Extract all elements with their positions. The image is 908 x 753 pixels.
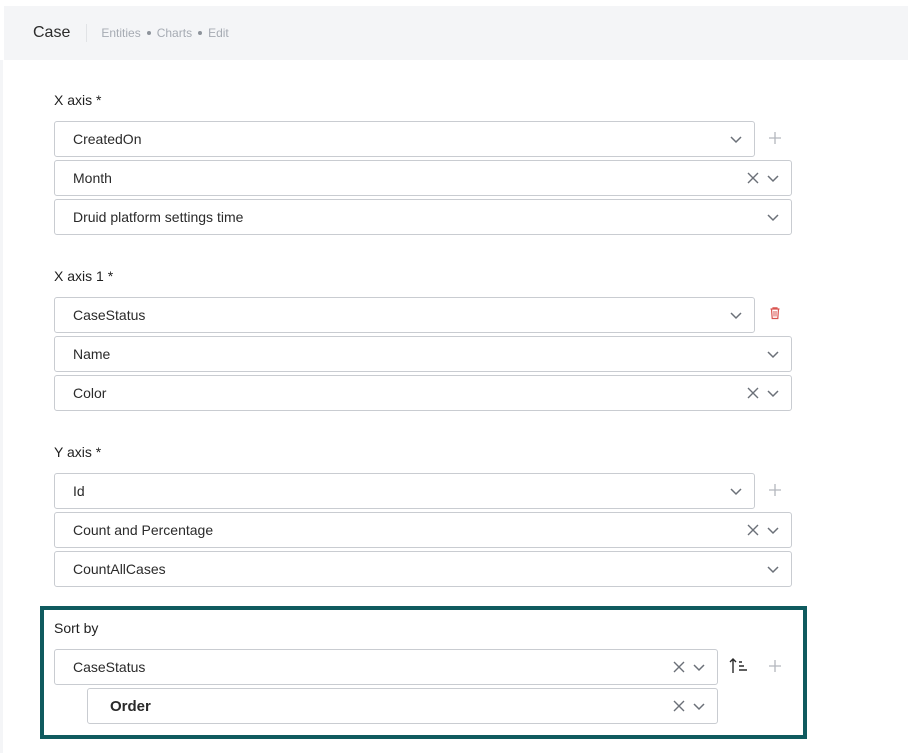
chevron-down-icon[interactable] [729,308,743,322]
breadcrumb-charts[interactable]: Charts [157,26,192,40]
add-icon[interactable] [767,482,783,498]
add-icon[interactable] [767,130,783,146]
page-title: Case [33,24,88,42]
clear-icon[interactable] [746,171,760,185]
x-axis-1-display-value: Name [73,346,111,362]
chevron-down-icon[interactable] [692,699,706,713]
chevron-down-icon[interactable] [729,484,743,498]
breadcrumb-edit: Edit [208,26,229,40]
sort-by-order-select[interactable]: Order [87,688,718,724]
x-axis-aggregation-value: Month [73,170,112,186]
chevron-down-icon[interactable] [729,132,743,146]
clear-icon[interactable] [746,386,760,400]
chevron-down-icon[interactable] [766,523,780,537]
x-axis-1-label: X axis 1 * [54,268,114,284]
breadcrumb-separator [146,31,151,35]
clear-icon[interactable] [746,523,760,537]
y-axis-measure-select[interactable]: CountAllCases [54,551,792,587]
x-axis-1-color-value: Color [73,385,107,401]
x-axis-field-value: CreatedOn [73,131,142,147]
y-axis-aggregation-select[interactable]: Count and Percentage [54,512,792,548]
x-axis-1-field-value: CaseStatus [73,307,146,323]
add-icon[interactable] [767,658,783,674]
x-axis-1-display-select[interactable]: Name [54,336,792,372]
x-axis-timezone-select[interactable]: Druid platform settings time [54,199,792,235]
x-axis-1-field-select[interactable]: CaseStatus [54,297,755,333]
left-edge-strip [0,60,3,753]
clear-icon[interactable] [672,699,686,713]
x-axis-timezone-value: Druid platform settings time [73,209,244,225]
chevron-down-icon[interactable] [766,171,780,185]
x-axis-field-select[interactable]: CreatedOn [54,121,755,157]
y-axis-field-value: Id [73,483,85,499]
y-axis-field-select[interactable]: Id [54,473,755,509]
chevron-down-icon[interactable] [766,562,780,576]
chevron-down-icon[interactable] [766,386,780,400]
trash-icon[interactable] [767,305,783,321]
y-axis-aggregation-value: Count and Percentage [73,522,214,538]
chevron-down-icon[interactable] [692,660,706,674]
clear-icon[interactable] [672,660,686,674]
sort-by-field-select[interactable]: CaseStatus [54,649,718,685]
sort-by-field-value: CaseStatus [73,659,146,675]
breadcrumb: Entities Charts Edit [101,26,228,40]
breadcrumb-entities[interactable]: Entities [101,26,140,40]
sort-ascending-icon[interactable] [729,657,749,675]
sort-by-label: Sort by [54,620,99,636]
y-axis-measure-value: CountAllCases [73,561,166,577]
breadcrumb-separator [198,31,203,35]
page-header: Case Entities Charts Edit [4,6,908,60]
chevron-down-icon[interactable] [766,347,780,361]
x-axis-1-color-select[interactable]: Color [54,375,792,411]
chevron-down-icon[interactable] [766,210,780,224]
y-axis-label: Y axis * [54,444,102,460]
x-axis-label: X axis * [54,92,102,108]
x-axis-aggregation-select[interactable]: Month [54,160,792,196]
sort-by-order-value: Order [110,697,151,715]
